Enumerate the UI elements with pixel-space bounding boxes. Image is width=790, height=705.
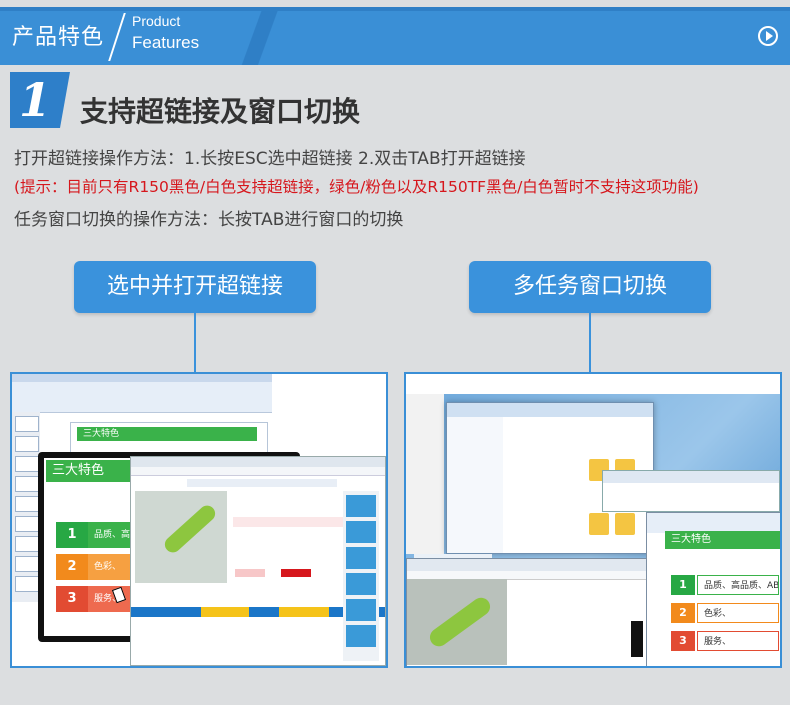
- header-title-en-line2: Features: [132, 33, 200, 52]
- ppt-window-front: 三大特色 1 品质、高品质、ABS材质、质感 2 色彩、 3 服务、: [646, 512, 780, 666]
- cart-button[interactable]: [235, 569, 265, 577]
- feature-2-text: 色彩、: [697, 603, 779, 623]
- browser-tabstrip[interactable]: [407, 559, 651, 571]
- hyperlink-instructions: 打开超链接操作方法：1.长按ESC选中超链接 2.双击TAB打开超链接: [14, 149, 526, 169]
- explorer-nav-pane: [447, 417, 503, 553]
- browser-window-front: [406, 558, 652, 666]
- header-accent: [230, 7, 290, 65]
- laser-pointer-icon: [161, 502, 219, 556]
- window-switch-instructions: 任务窗口切换的操作方法：长按TAB进行窗口的切换: [14, 210, 404, 230]
- notice-text: (提示：目前只有R150黑色/白色支持超链接，绿色/粉色以及R150TF黑色/白…: [14, 178, 699, 196]
- connector-left: [194, 313, 196, 373]
- feature-1-number: 1: [671, 575, 695, 595]
- laser-pointer-icon: [426, 594, 494, 650]
- feature-2-number: 2: [671, 603, 695, 623]
- product-image: [135, 491, 227, 583]
- ppt-slide-heading: 三大特色: [77, 427, 257, 441]
- screenshot-window-switch: 三大特色 1 品质、高品质、ABS材质、质感 2 色彩、 3 服务、: [404, 372, 782, 668]
- recommend-column: [343, 491, 379, 661]
- section-title: 支持超链接及窗口切换: [80, 95, 361, 128]
- header-stripe: [0, 7, 790, 11]
- feature-1-text: 品质、高品质、ABS材质、质感: [697, 575, 779, 595]
- feature-3-text: 服务、: [697, 631, 779, 651]
- ppt-thumbnail-pane: [12, 412, 40, 602]
- window-titlebar: [406, 374, 780, 394]
- feature-3-number: 3: [671, 631, 695, 651]
- device-image: [631, 621, 643, 657]
- buy-button[interactable]: [281, 569, 311, 577]
- play-circle-icon[interactable]: [758, 26, 778, 46]
- ppt-window-mini: [602, 470, 780, 512]
- slide-heading: 三大特色: [665, 531, 780, 549]
- feature-1-number: 1: [56, 522, 88, 548]
- feature-2-number: 2: [56, 554, 88, 580]
- ppt-ribbon: [12, 374, 272, 413]
- folder-icon: [589, 513, 609, 535]
- label-window-switch: 多任务窗口切换: [469, 261, 711, 313]
- header-title-en-line1: Product: [132, 13, 181, 29]
- slideshow-heading: 三大特色: [46, 460, 130, 482]
- folder-icon: [615, 513, 635, 535]
- browser-tabstrip[interactable]: [131, 457, 385, 467]
- window-sidebar: [406, 394, 444, 554]
- product-image: [407, 579, 507, 665]
- feature-3-number: 3: [56, 586, 88, 612]
- browser-window: [130, 456, 386, 666]
- connector-right: [589, 313, 591, 373]
- screenshot-hyperlink: 三大特色 三大特色 1 品质、高 2 色彩、 3 服务、: [10, 372, 388, 668]
- label-hyperlink: 选中并打开超链接: [74, 261, 316, 313]
- header-title-cn: 产品特色: [12, 25, 105, 50]
- browser-address-bar[interactable]: [131, 467, 385, 476]
- header-bar: 产品特色 Product Features: [0, 7, 790, 65]
- section-number: 1: [10, 72, 70, 128]
